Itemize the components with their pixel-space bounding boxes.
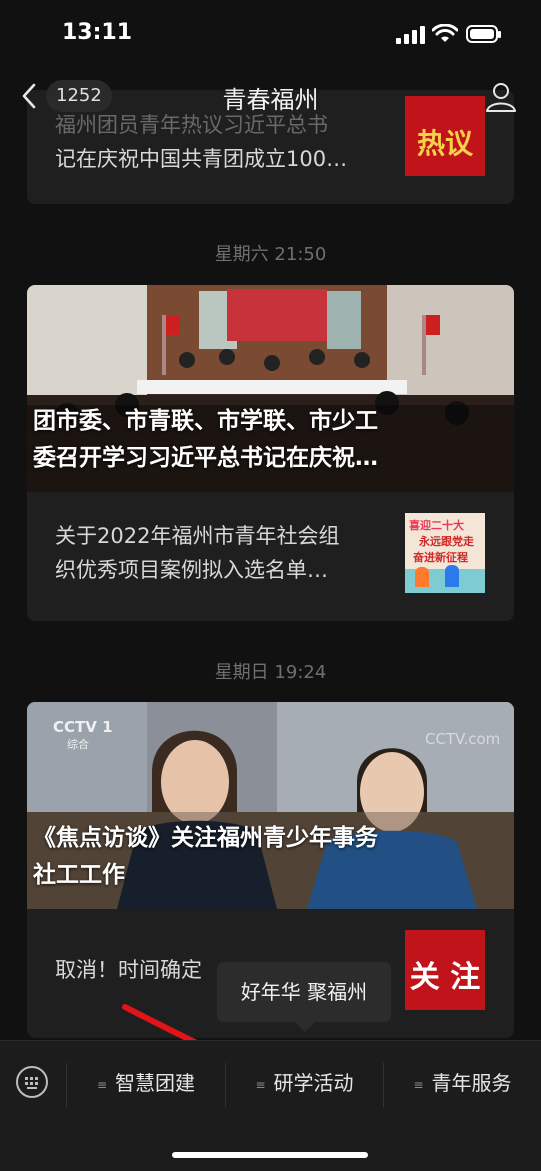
hero-title: 团市委、市青联、市学联、市少工 委召开学习习近平总书记在庆祝… (33, 408, 378, 471)
cctv-com-watermark: CCTV.com (425, 730, 501, 748)
menu-tab-study-activities[interactable]: ≡ 研学活动 (226, 1065, 383, 1101)
article-card-2[interactable]: 团市委、市青联、市学联、市少工 委召开学习习近平总书记在庆祝… 关于2022年福… (27, 285, 514, 621)
article-thumbnail: 喜迎二十大 永远跟党走 奋进新征程 (405, 513, 485, 593)
cctv1-logo-sub: 综合 (67, 738, 89, 751)
signal-icon (396, 26, 426, 44)
status-bar: 13:11 (0, 0, 541, 70)
timestamp-separator: 星期日 19:24 (214, 662, 327, 683)
article-title: 关于2022年福州市青年社会组 织优秀项目案例拟入选名单… (55, 524, 340, 582)
hero-image: CCTV 1 综合 CCTV.com 《焦点访谈》关注福州青少年事务 社工工作 (27, 702, 514, 909)
menu-lines-icon: ≡ (413, 1077, 424, 1092)
nav-bar: 1252 青春福州 (0, 70, 541, 122)
page-title: 青春福州 (222, 86, 319, 114)
profile-icon[interactable] (484, 80, 518, 114)
wifi-icon (432, 24, 458, 42)
timestamp-separator: 星期六 21:50 (214, 244, 327, 265)
menu-tab-youth-services[interactable]: ≡ 青年服务 (384, 1065, 541, 1101)
hero-image: 团市委、市青联、市学联、市少工 委召开学习习近平总书记在庆祝… (27, 285, 514, 492)
keyboard-icon[interactable] (16, 1066, 48, 1098)
home-indicator (172, 1152, 368, 1158)
submenu-popup-item[interactable]: 好年华 聚福州 (217, 962, 391, 1032)
hero-title: 《焦点访谈》关注福州青少年事务 社工工作 (33, 825, 378, 888)
article-thumbnail: 关 注 (405, 930, 485, 1010)
status-time: 13:11 (62, 20, 133, 45)
cctv1-logo: CCTV 1 (53, 718, 113, 736)
menu-tab-smart-league[interactable]: ≡ 智慧团建 (67, 1065, 225, 1101)
battery-icon (466, 25, 501, 43)
menu-lines-icon: ≡ (255, 1077, 266, 1092)
menu-lines-icon: ≡ (96, 1077, 108, 1092)
